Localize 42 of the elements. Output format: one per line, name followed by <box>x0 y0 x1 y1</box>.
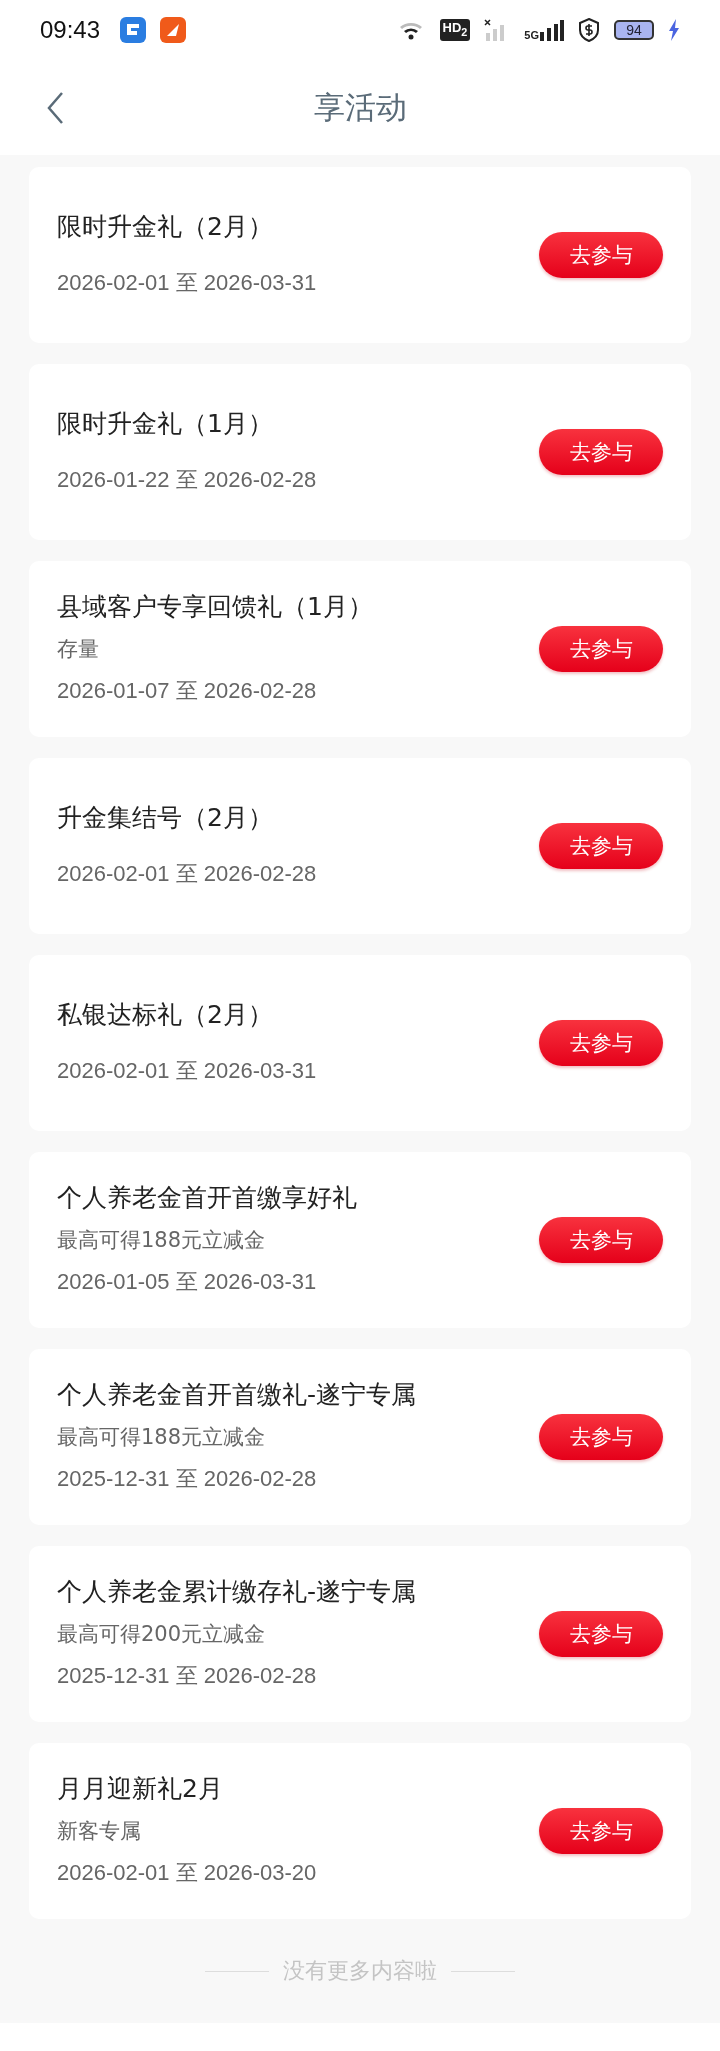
join-button[interactable]: 去参与 <box>539 1611 663 1657</box>
activity-title: 县域客户专享回馈礼（1月） <box>57 591 374 623</box>
activity-dates: 2026-02-01 至 2026-03-31 <box>57 1057 318 1085</box>
join-button[interactable]: 去参与 <box>539 1020 663 1066</box>
activity-title: 限时升金礼（2月） <box>57 211 274 243</box>
app-icon <box>160 17 187 43</box>
join-button[interactable]: 去参与 <box>539 1414 663 1460</box>
activity-dates: 2026-02-01 至 2026-03-20 <box>57 1859 318 1887</box>
activity-title: 限时升金礼（1月） <box>57 408 274 440</box>
activity-dates: 2025-12-31 至 2026-02-28 <box>57 1465 318 1493</box>
hd-badge: HD$_{2}$ <box>439 19 471 41</box>
activity-subtitle: 新客专属 <box>57 1818 142 1845</box>
activity-title: 个人养老金累计缴存礼-遂宁专属 <box>57 1576 418 1608</box>
app-icon <box>120 17 147 43</box>
shield-icon <box>578 18 600 42</box>
status-time: 09:43 <box>40 16 101 44</box>
battery-level: 94 <box>614 20 654 40</box>
join-button[interactable]: 去参与 <box>539 429 663 475</box>
charging-icon <box>668 19 680 41</box>
join-button[interactable]: 去参与 <box>539 823 663 869</box>
activity-dates: 2026-01-22 至 2026-02-28 <box>57 466 318 494</box>
activity-subtitle: 存量 <box>57 636 100 663</box>
activity-title: 个人养老金首开首缴礼-遂宁专属 <box>57 1379 418 1411</box>
activity-subtitle: 最高可得188元立减金 <box>57 1227 267 1254</box>
join-button[interactable]: 去参与 <box>539 626 663 672</box>
activity-title: 月月迎新礼2月 <box>57 1773 224 1805</box>
activity-dates: 2025-12-31 至 2026-02-28 <box>57 1662 318 1690</box>
join-button[interactable]: 去参与 <box>539 232 663 278</box>
join-button[interactable]: 去参与 <box>539 1217 663 1263</box>
activity-dates: 2026-01-05 至 2026-03-31 <box>57 1268 318 1296</box>
activity-subtitle: 最高可得200元立减金 <box>57 1621 267 1648</box>
activity-dates: 2026-02-01 至 2026-02-28 <box>57 860 318 888</box>
network-label: 5G <box>524 29 539 41</box>
signal-icon <box>540 19 564 41</box>
activity-dates: 2026-02-01 至 2026-03-31 <box>57 269 318 297</box>
activity-title: 私银达标礼（2月） <box>57 999 274 1031</box>
activity-title: 升金集结号（2月） <box>57 802 274 834</box>
activity-subtitle: 最高可得188元立减金 <box>57 1424 267 1451</box>
join-button[interactable]: 去参与 <box>539 1808 663 1854</box>
page-title: 享活动 <box>313 87 407 127</box>
activity-dates: 2026-01-07 至 2026-02-28 <box>57 677 318 705</box>
activity-title: 个人养老金首开首缴享好礼 <box>57 1182 358 1214</box>
